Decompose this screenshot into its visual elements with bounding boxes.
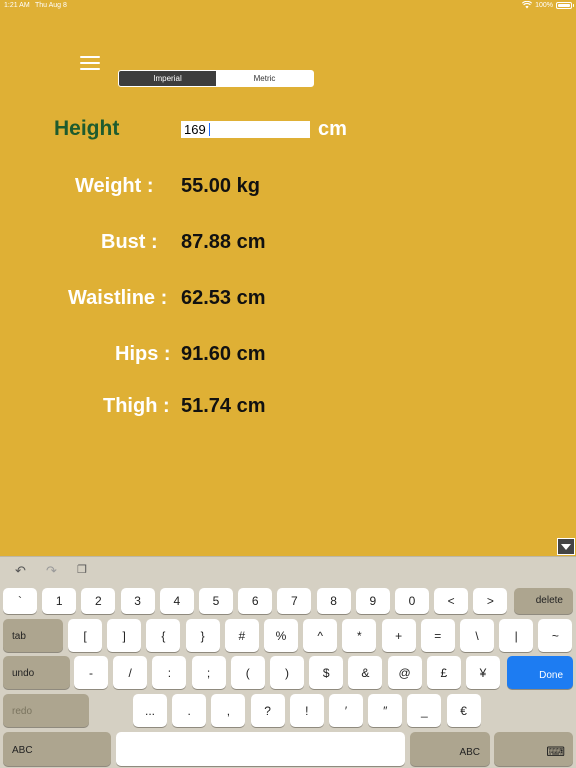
unit-segmented-control: Imperial Metric xyxy=(118,70,314,87)
key-row1-10[interactable]: 0 xyxy=(395,588,429,614)
key-row3-4[interactable]: ( xyxy=(230,656,265,689)
thigh-value: 51.74 cm xyxy=(181,395,266,417)
key-row1-8[interactable]: 8 xyxy=(316,588,351,614)
height-input[interactable] xyxy=(181,121,310,138)
redo-key[interactable]: redo xyxy=(3,694,89,727)
segment-imperial[interactable]: Imperial xyxy=(119,71,216,86)
key-row2-8[interactable]: + xyxy=(381,619,416,652)
undo-key[interactable]: undo xyxy=(3,656,70,689)
keyboard-icon: ⌨ xyxy=(546,744,565,759)
key-row1-4[interactable]: 4 xyxy=(159,588,194,614)
bust-label: Bust : xyxy=(101,231,158,253)
abc-key-right[interactable]: ABC xyxy=(410,732,490,766)
weight-label: Weight : xyxy=(75,175,154,197)
key-row3-8[interactable]: @ xyxy=(387,656,422,689)
hips-label: Hips : xyxy=(115,343,171,365)
key-row1-5[interactable]: 5 xyxy=(199,588,233,614)
tab-key[interactable]: tab xyxy=(3,619,63,652)
key-row1-11[interactable]: < xyxy=(434,588,469,614)
key-row1-12[interactable]: > xyxy=(473,588,508,614)
key-row2-4[interactable]: # xyxy=(224,619,259,652)
key-row4-0[interactable]: ... xyxy=(133,694,167,727)
key-row2-6[interactable]: ^ xyxy=(303,619,338,652)
hips-value: 91.60 cm xyxy=(181,343,266,365)
keyboard: ` 1 2 3 4 5 6 7 8 9 0 < > delete tab[]{} #% ^ * + = \ | ~ undo -… xyxy=(0,556,576,768)
abc-key-left[interactable]: ABC xyxy=(3,732,111,766)
key-row3-0[interactable]: - xyxy=(74,656,108,689)
status-date: Thu Aug 8 xyxy=(35,2,67,9)
key-row1-0[interactable]: ` xyxy=(3,588,37,614)
paste-icon[interactable]: ❐ xyxy=(77,563,87,576)
weight-value: 55.00 kg xyxy=(181,175,260,197)
key-row2-9[interactable]: = xyxy=(420,619,455,652)
key-row3-6[interactable]: $ xyxy=(309,656,344,689)
key-row2-7[interactable]: * xyxy=(342,619,377,652)
battery-fill xyxy=(558,3,570,7)
key-row3-10[interactable]: ¥ xyxy=(466,656,500,689)
hide-keyboard-button[interactable] xyxy=(557,538,575,555)
thigh-label: Thigh : xyxy=(103,395,170,417)
key-row3-2[interactable]: : xyxy=(152,656,187,689)
undo-arrow-icon[interactable]: ↶ xyxy=(15,563,26,579)
redo-arrow-icon[interactable]: ↷ xyxy=(46,563,57,579)
height-unit: cm xyxy=(318,118,347,140)
key-row4-6[interactable]: ″ xyxy=(368,694,403,727)
status-right: 100% xyxy=(522,1,574,9)
key-row2-0[interactable]: [ xyxy=(68,619,102,652)
bust-value: 87.88 cm xyxy=(181,231,266,253)
key-row4-3[interactable]: ? xyxy=(250,694,285,727)
key-row1-2[interactable]: 2 xyxy=(81,588,116,614)
key-row2-3[interactable]: } xyxy=(185,619,220,652)
key-row1-1[interactable]: 1 xyxy=(42,588,77,614)
waistline-value: 62.53 cm xyxy=(181,287,266,309)
key-row3-9[interactable]: £ xyxy=(426,656,461,689)
key-row3-3[interactable]: ; xyxy=(191,656,226,689)
key-row4-4[interactable]: ! xyxy=(289,694,324,727)
key-row3-7[interactable]: & xyxy=(348,656,383,689)
key-row2-12[interactable]: ~ xyxy=(538,619,573,652)
key-row2-10[interactable]: \ xyxy=(460,619,494,652)
key-row3-1[interactable]: / xyxy=(113,656,148,689)
wifi-icon xyxy=(522,1,533,9)
key-row3-5[interactable]: ) xyxy=(270,656,304,689)
key-row4-7[interactable]: _ xyxy=(407,694,442,727)
delete-key[interactable]: delete xyxy=(514,588,573,614)
key-row2-11[interactable]: | xyxy=(499,619,534,652)
key-row1-7[interactable]: 7 xyxy=(277,588,312,614)
text-caret xyxy=(209,123,210,136)
space-key[interactable] xyxy=(116,732,405,766)
key-row2-5[interactable]: % xyxy=(264,619,298,652)
key-row1-6[interactable]: 6 xyxy=(238,588,273,614)
key-row4-5[interactable]: ′ xyxy=(329,694,363,727)
key-row4-2[interactable]: , xyxy=(211,694,246,727)
battery-icon xyxy=(556,1,574,9)
height-label: Height xyxy=(54,117,120,140)
segment-metric[interactable]: Metric xyxy=(216,71,313,86)
battery-percent: 100% xyxy=(535,1,553,9)
key-row1-9[interactable]: 9 xyxy=(355,588,390,614)
key-row2-2[interactable]: { xyxy=(146,619,181,652)
keyboard-dismiss-key[interactable]: ⌨ xyxy=(494,732,573,766)
key-row4-8[interactable]: € xyxy=(446,694,481,727)
waistline-label: Waistline : xyxy=(68,287,168,309)
menu-icon[interactable] xyxy=(80,55,100,71)
key-row4-1[interactable]: . xyxy=(172,694,207,727)
status-time: 1:21 AM xyxy=(4,2,30,9)
status-bar: 1:21 AM Thu Aug 8 100% xyxy=(0,0,576,12)
key-row1-3[interactable]: 3 xyxy=(120,588,155,614)
key-row2-1[interactable]: ] xyxy=(107,619,142,652)
done-key[interactable]: Done xyxy=(507,656,573,689)
